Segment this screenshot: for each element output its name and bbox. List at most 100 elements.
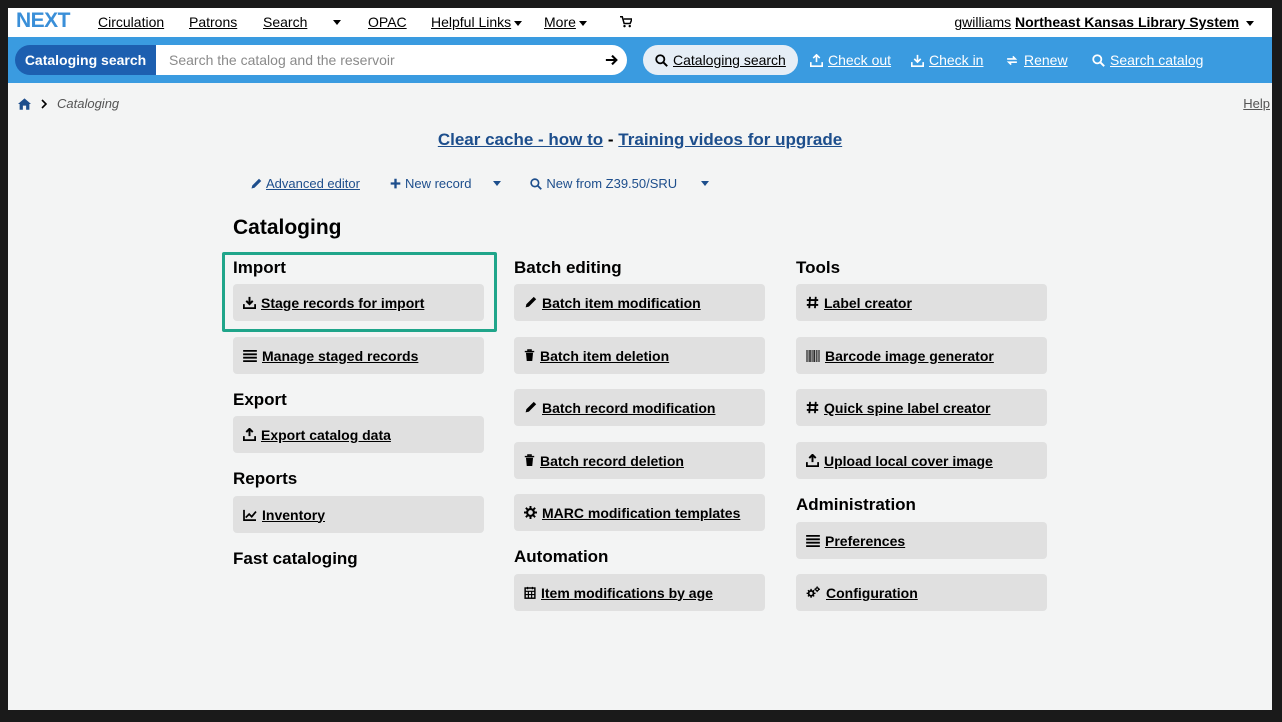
search-icon <box>530 177 543 190</box>
check-in-label: Check in <box>929 52 984 68</box>
z3950-dropdown-icon[interactable] <box>701 181 710 186</box>
cart-icon[interactable] <box>620 15 634 31</box>
logo-text: NEXT <box>16 9 71 32</box>
hashtag-icon <box>806 401 819 414</box>
barcode-icon <box>806 349 820 362</box>
nav-patrons[interactable]: Patrons <box>189 14 237 30</box>
calendar-icon <box>524 586 536 599</box>
nav-more[interactable]: More <box>544 14 587 30</box>
administration-heading: Administration <box>796 495 916 514</box>
search-submit-button[interactable] <box>596 45 627 75</box>
advanced-editor-button[interactable]: Advanced editor <box>250 176 360 191</box>
batch-item-deletion-label: Batch item deletion <box>540 347 670 364</box>
inventory-label: Inventory <box>262 506 326 523</box>
quick-spine-label-label: Quick spine label creator <box>824 399 991 416</box>
chevron-down-icon <box>578 20 587 26</box>
barcode-image-generator-button[interactable]: Barcode image generator <box>796 337 1047 374</box>
export-heading: Export <box>233 390 287 409</box>
search-mode-button[interactable]: Cataloging search <box>15 45 156 75</box>
batch-record-modification-button[interactable]: Batch record modification <box>514 389 765 426</box>
user-menu[interactable]: gwilliams Northeast Kansas Library Syste… <box>954 14 1254 30</box>
cataloging-search-label: Cataloging search <box>673 52 786 68</box>
nav-more-label: More <box>544 14 576 30</box>
check-in-tab[interactable]: Check in <box>911 45 983 75</box>
clear-cache-link[interactable]: Clear cache - how to <box>438 130 603 149</box>
manage-staged-records-label: Manage staged records <box>262 347 419 364</box>
batch-item-deletion-button[interactable]: Batch item deletion <box>514 337 765 374</box>
quick-spine-label-button[interactable]: Quick spine label creator <box>796 389 1047 426</box>
cataloging-search-tab[interactable]: Cataloging search <box>643 45 798 75</box>
fast-cataloging-heading: Fast cataloging <box>233 549 358 568</box>
batch-record-modification-label: Batch record modification <box>542 399 716 416</box>
inventory-button[interactable]: Inventory <box>233 496 484 533</box>
nav-helpful-links[interactable]: Helpful Links <box>431 14 523 30</box>
new-record-dropdown-icon[interactable] <box>493 181 502 186</box>
configuration-button[interactable]: Configuration <box>796 574 1047 611</box>
new-from-z3950-button[interactable]: New from Z39.50/SRU <box>530 176 677 191</box>
chevron-down-icon <box>1246 20 1254 26</box>
promo-banner: Clear cache - how to - Training videos f… <box>8 130 1272 150</box>
logo[interactable]: NEXT <box>16 9 71 33</box>
search-dropdown-icon[interactable] <box>333 20 341 25</box>
cataloging-toolbar: Advanced editor New record New from Z39.… <box>250 176 710 191</box>
top-nav: NEXT Circulation Patrons Search OPAC Hel… <box>8 8 1272 37</box>
stage-records-button[interactable]: Stage records for import <box>233 284 484 321</box>
pencil-icon <box>525 401 537 413</box>
manage-staged-records-button[interactable]: Manage staged records <box>233 337 484 374</box>
search-icon <box>655 53 668 67</box>
breadcrumb: Cataloging <box>18 96 119 111</box>
app-window: NEXT Circulation Patrons Search OPAC Hel… <box>8 8 1272 710</box>
nav-search[interactable]: Search <box>263 14 307 30</box>
chart-line-icon <box>243 509 257 521</box>
pencil-icon <box>525 296 537 308</box>
label-creator-label: Label creator <box>824 294 912 311</box>
item-modifications-by-age-button[interactable]: Item modifications by age <box>514 574 765 611</box>
new-record-button[interactable]: New record <box>390 176 471 191</box>
batch-item-modification-button[interactable]: Batch item modification <box>514 284 765 321</box>
search-catalog-label: Search catalog <box>1110 52 1204 68</box>
check-out-tab[interactable]: Check out <box>810 45 891 75</box>
batch-record-deletion-label: Batch record deletion <box>540 452 684 469</box>
marc-modification-templates-button[interactable]: MARC modification templates <box>514 494 765 531</box>
catalog-search-input[interactable] <box>156 45 596 75</box>
search-catalog-tab[interactable]: Search catalog <box>1092 45 1203 75</box>
download-icon <box>911 54 924 67</box>
chevron-right-icon <box>41 98 47 109</box>
nav-helpful-links-label: Helpful Links <box>431 14 512 30</box>
upload-icon <box>806 454 819 467</box>
help-link[interactable]: Help <box>1243 96 1270 111</box>
download-icon <box>243 296 256 309</box>
list-icon <box>806 534 820 547</box>
upload-icon <box>810 53 823 67</box>
renew-label: Renew <box>1024 52 1068 68</box>
import-heading: Import <box>233 258 286 277</box>
breadcrumb-current: Cataloging <box>57 96 120 111</box>
plus-icon <box>390 178 401 189</box>
home-icon[interactable] <box>18 97 31 110</box>
advanced-editor-label: Advanced editor <box>266 176 360 191</box>
gear-icon <box>524 506 537 519</box>
batch-item-modification-label: Batch item modification <box>542 294 701 311</box>
renew-icon <box>1006 55 1018 65</box>
renew-tab[interactable]: Renew <box>1005 45 1068 75</box>
preferences-button[interactable]: Preferences <box>796 522 1047 559</box>
gears-icon <box>806 586 820 598</box>
reports-heading: Reports <box>233 469 298 488</box>
configuration-label: Configuration <box>826 584 918 601</box>
batch-record-deletion-button[interactable]: Batch record deletion <box>514 442 765 479</box>
export-catalog-button[interactable]: Export catalog data <box>233 416 484 453</box>
new-record-label: New record <box>404 176 472 191</box>
library-name: Northeast Kansas Library System <box>1015 14 1240 30</box>
upload-cover-image-button[interactable]: Upload local cover image <box>796 442 1047 479</box>
stage-records-label: Stage records for import <box>261 294 425 311</box>
export-catalog-label: Export catalog data <box>261 426 391 443</box>
arrow-right-icon <box>605 54 618 66</box>
trash-icon <box>524 349 535 361</box>
nav-opac[interactable]: OPAC <box>368 14 407 30</box>
upload-icon <box>243 428 256 441</box>
training-videos-link[interactable]: Training videos for upgrade <box>618 130 842 149</box>
label-creator-button[interactable]: Label creator <box>796 284 1047 321</box>
new-from-z3950-label: New from Z39.50/SRU <box>546 176 678 191</box>
check-out-label: Check out <box>828 52 892 68</box>
nav-circulation[interactable]: Circulation <box>98 14 164 30</box>
